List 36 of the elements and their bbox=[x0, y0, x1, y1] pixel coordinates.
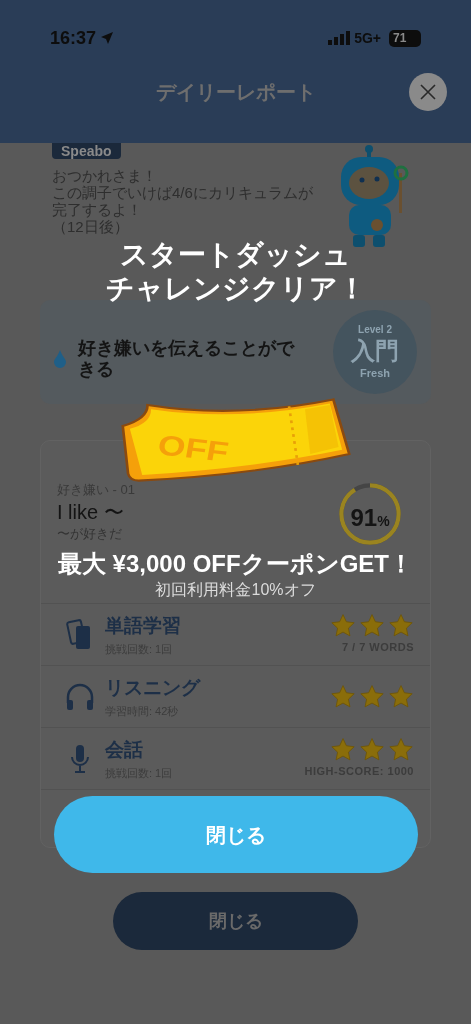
progress-ring bbox=[338, 482, 402, 546]
activity-title: リスニング bbox=[105, 676, 202, 700]
popup-title: スタートダッシュ チャレンジクリア！ bbox=[105, 238, 366, 306]
score-unit: % bbox=[377, 513, 390, 531]
lesson-phrase: I like 〜 bbox=[57, 500, 125, 524]
close-button[interactable]: 閉じる bbox=[113, 892, 358, 950]
star-icon bbox=[388, 683, 414, 710]
star-icon bbox=[359, 683, 385, 710]
location-arrow-icon bbox=[100, 31, 115, 45]
microphone-icon bbox=[69, 743, 91, 774]
signal-icon bbox=[328, 31, 351, 45]
header-title: デイリーレポート bbox=[155, 80, 316, 105]
star-icon bbox=[330, 613, 356, 640]
star-icon bbox=[330, 737, 356, 764]
water-drop-icon bbox=[54, 350, 66, 368]
status-time: 16:37 bbox=[50, 26, 97, 50]
score-value: 91 bbox=[350, 503, 378, 533]
battery-indicator: 71 bbox=[389, 29, 421, 47]
popup-close-button[interactable]: 閉じる bbox=[53, 796, 418, 873]
activity-title: 単語学習 bbox=[105, 614, 182, 638]
star-icon bbox=[359, 737, 385, 764]
star-icon bbox=[330, 683, 356, 710]
level-sub: Fresh bbox=[360, 366, 390, 382]
speaker-tag: Speabo bbox=[52, 143, 121, 159]
level-label: Level 2 bbox=[358, 323, 392, 338]
star-icon bbox=[388, 737, 414, 764]
network-label: 5G+ bbox=[354, 28, 381, 48]
coupon-subline: 初回利用料金10%オフ bbox=[155, 580, 316, 600]
activity-title: 会話 bbox=[105, 738, 144, 762]
star-icon bbox=[388, 613, 414, 640]
star-icon bbox=[359, 613, 385, 640]
close-icon bbox=[420, 84, 436, 100]
close-button[interactable] bbox=[409, 73, 447, 111]
cando-title: 好き嫌いを伝えることができる bbox=[78, 338, 296, 380]
coupon-headline: 最大 ¥3,000 OFFクーポンGET！ bbox=[57, 550, 414, 578]
level-name: 入門 bbox=[351, 337, 399, 366]
